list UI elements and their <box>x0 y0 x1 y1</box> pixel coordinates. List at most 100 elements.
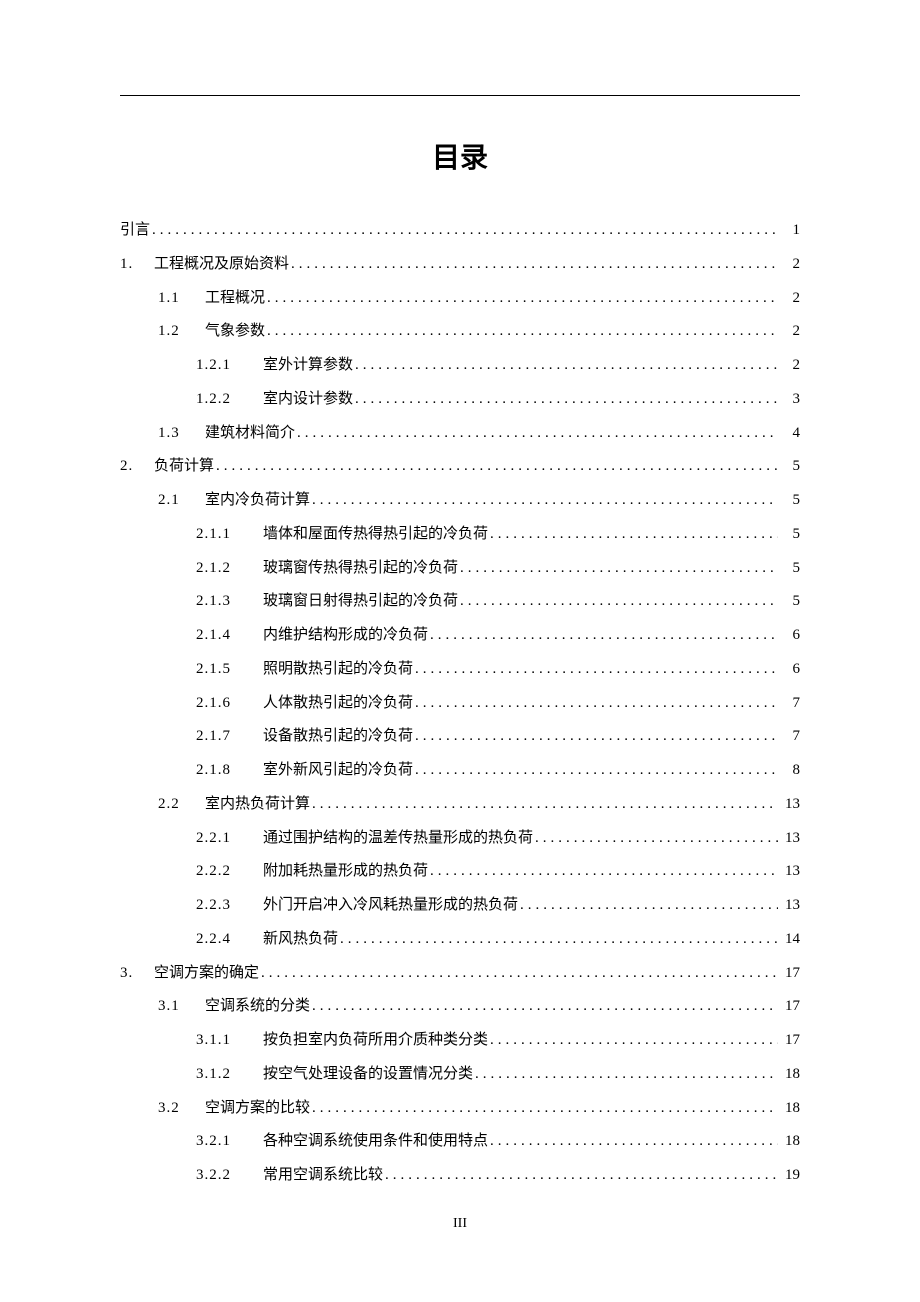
toc-entry-number: 1.2.1 <box>196 349 251 383</box>
toc-entry-page: 18 <box>780 1058 800 1092</box>
toc-entry-label: 负荷计算 <box>154 450 214 484</box>
toc-entry-label: 按空气处理设备的设置情况分类 <box>263 1058 473 1092</box>
toc-entry-page: 8 <box>780 754 800 788</box>
toc-leader-dots <box>355 383 778 417</box>
toc-entry-number: 2.2.1 <box>196 822 251 856</box>
toc-entry-number: 2.1.6 <box>196 687 251 721</box>
toc-entry-label: 按负担室内负荷所用介质种类分类 <box>263 1024 488 1058</box>
toc-entry: 3.1空调系统的分类17 <box>120 990 800 1024</box>
toc-leader-dots <box>385 1159 778 1193</box>
toc-entry: 2.1.2玻璃窗传热得热引起的冷负荷5 <box>120 552 800 586</box>
toc-leader-dots <box>460 552 778 586</box>
toc-leader-dots <box>490 518 778 552</box>
table-of-contents: 引言11.工程概况及原始资料21.1工程概况21.2气象参数21.2.1室外计算… <box>120 214 800 1193</box>
toc-entry: 2.2.4 新风热负荷 14 <box>120 923 800 957</box>
toc-entry-page: 5 <box>780 552 800 586</box>
toc-entry-number: 1. <box>120 248 142 282</box>
toc-entry-page: 13 <box>780 788 800 822</box>
toc-entry-number: 3.2.2 <box>196 1159 251 1193</box>
toc-entry-number: 2.2.3 <box>196 889 251 923</box>
toc-entry: 2.2.1通过围护结构的温差传热量形成的热负荷13 <box>120 822 800 856</box>
page-number: III <box>0 1216 920 1232</box>
toc-entry-label: 玻璃窗传热得热引起的冷负荷 <box>263 552 458 586</box>
toc-entry: 1.2.2室内设计参数3 <box>120 383 800 417</box>
toc-leader-dots <box>415 687 778 721</box>
toc-entry-label: 设备散热引起的冷负荷 <box>263 720 413 754</box>
toc-entry-number: 3.2 <box>158 1092 193 1126</box>
toc-leader-dots <box>267 315 778 349</box>
toc-entry-page: 18 <box>780 1092 800 1126</box>
toc-entry: 1.工程概况及原始资料2 <box>120 248 800 282</box>
toc-entry-page: 6 <box>780 619 800 653</box>
toc-entry-number: 2.1 <box>158 484 193 518</box>
toc-leader-dots <box>312 1092 778 1126</box>
toc-leader-dots <box>490 1024 778 1058</box>
toc-leader-dots <box>152 214 778 248</box>
toc-entry-number: 2.1.3 <box>196 585 251 619</box>
toc-entry-number: 2. <box>120 450 142 484</box>
toc-entry-page: 14 <box>780 923 800 957</box>
toc-entry-label: 人体散热引起的冷负荷 <box>263 687 413 721</box>
toc-entry-page: 2 <box>780 282 800 316</box>
toc-entry: 1.1 工程概况 2 <box>120 282 800 316</box>
toc-entry: 2.1.6人体散热引起的冷负荷7 <box>120 687 800 721</box>
toc-entry: 2.1.5 照明散热引起的冷负荷 6 <box>120 653 800 687</box>
toc-entry: 1.3建筑材料简介4 <box>120 417 800 451</box>
toc-entry-label: 建筑材料简介 <box>205 417 295 451</box>
toc-entry-page: 5 <box>780 585 800 619</box>
toc-entry-label: 新风热负荷 <box>263 923 338 957</box>
toc-entry-number: 1.1 <box>158 282 193 316</box>
toc-leader-dots <box>415 653 778 687</box>
toc-entry-label: 空调系统的分类 <box>205 990 310 1024</box>
toc-leader-dots <box>340 923 778 957</box>
toc-entry: 3.空调方案的确定17 <box>120 957 800 991</box>
toc-entry-page: 17 <box>780 957 800 991</box>
toc-leader-dots <box>430 855 778 889</box>
toc-entry-number: 3.2.1 <box>196 1125 251 1159</box>
toc-leader-dots <box>312 990 778 1024</box>
toc-entry: 3.1.2 按空气处理设备的设置情况分类 18 <box>120 1058 800 1092</box>
toc-entry-number: 2.2.2 <box>196 855 251 889</box>
toc-entry-number: 1.2 <box>158 315 193 349</box>
toc-leader-dots <box>475 1058 778 1092</box>
toc-entry-page: 5 <box>780 518 800 552</box>
toc-leader-dots <box>291 248 778 282</box>
toc-entry-label: 墙体和屋面传热得热引起的冷负荷 <box>263 518 488 552</box>
toc-entry: 2.1.3 玻璃窗日射得热引起的冷负荷 5 <box>120 585 800 619</box>
toc-leader-dots <box>216 450 778 484</box>
toc-entry-label: 玻璃窗日射得热引起的冷负荷 <box>263 585 458 619</box>
toc-entry-page: 6 <box>780 653 800 687</box>
toc-entry-label: 外门开启冲入冷风耗热量形成的热负荷 <box>263 889 518 923</box>
toc-entry-number: 2.2.4 <box>196 923 251 957</box>
toc-entry-label: 引言 <box>120 214 150 248</box>
toc-entry-page: 1 <box>780 214 800 248</box>
toc-entry-page: 3 <box>780 383 800 417</box>
toc-entry: 3.2 空调方案的比较 18 <box>120 1092 800 1126</box>
toc-entry: 2.1.4内维护结构形成的冷负荷6 <box>120 619 800 653</box>
toc-entry-label: 室内设计参数 <box>263 383 353 417</box>
toc-entry-label: 空调方案的比较 <box>205 1092 310 1126</box>
toc-entry-label: 工程概况 <box>205 282 265 316</box>
toc-entry: 3.2.1各种空调系统使用条件和使用特点18 <box>120 1125 800 1159</box>
toc-entry-number: 1.3 <box>158 417 193 451</box>
toc-entry-number: 2.1.5 <box>196 653 251 687</box>
toc-entry-page: 2 <box>780 248 800 282</box>
toc-entry-label: 照明散热引起的冷负荷 <box>263 653 413 687</box>
toc-entry-number: 2.1.8 <box>196 754 251 788</box>
toc-entry-page: 17 <box>780 990 800 1024</box>
toc-entry-label: 常用空调系统比较 <box>263 1159 383 1193</box>
toc-leader-dots <box>520 889 778 923</box>
toc-leader-dots <box>261 957 778 991</box>
toc-leader-dots <box>297 417 778 451</box>
toc-entry: 2.1.8室外新风引起的冷负荷8 <box>120 754 800 788</box>
toc-leader-dots <box>460 585 778 619</box>
toc-leader-dots <box>312 484 778 518</box>
toc-entry: 2.2室内热负荷计算13 <box>120 788 800 822</box>
toc-entry-number: 2.1.7 <box>196 720 251 754</box>
toc-leader-dots <box>415 720 778 754</box>
toc-title: 目录 <box>120 136 800 176</box>
toc-entry-number: 3.1.2 <box>196 1058 251 1092</box>
toc-entry-page: 19 <box>780 1159 800 1193</box>
toc-leader-dots <box>415 754 778 788</box>
toc-entry-label: 各种空调系统使用条件和使用特点 <box>263 1125 488 1159</box>
